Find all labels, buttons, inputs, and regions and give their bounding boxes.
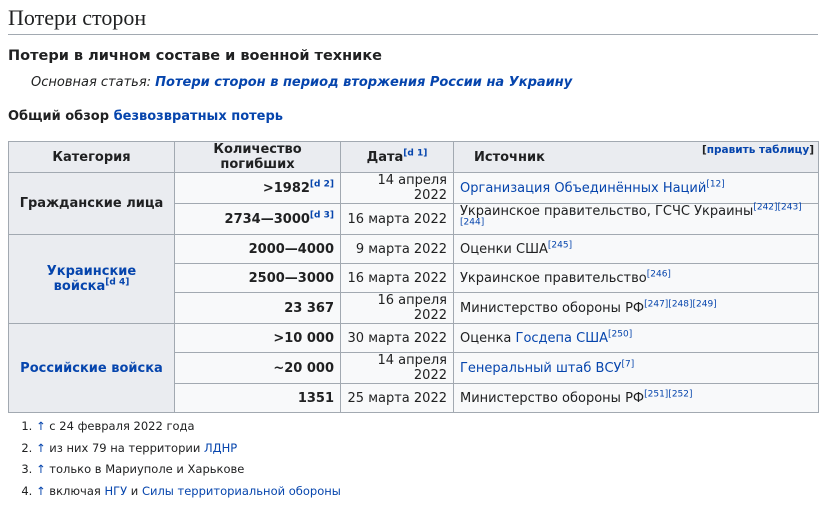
source-cell: Украинское правительство, ГСЧС Украины[2… [453,203,819,235]
edit-table-control: [править таблицу] [701,144,814,156]
source-cell: Оценка Госдепа США[250] [453,323,819,353]
source-text: Украинское правительство [460,270,647,286]
source-link[interactable]: Генеральный штаб ВСУ [460,361,621,376]
hatnote: Основная статья: Потери сторон в период … [31,75,572,90]
source-refs[interactable]: [245] [548,240,572,250]
category-label: Гражданские лица [19,196,164,211]
header-category: Категория [8,141,175,173]
date-cell: 30 марта 2022 [340,323,454,353]
source-text: Министерство обороны РФ [460,390,645,406]
deaths-value: >1982 [262,180,310,196]
backlink-arrow-icon[interactable]: ↑ [36,441,46,455]
date-cell: 16 апреля 2022 [340,292,454,324]
category-cell: Украинские войска[d 4] [8,234,175,324]
deaths-value: ~20 000 [273,360,334,376]
category-label[interactable]: Российские войска [20,361,163,376]
losses-table: Категория Количество погибших Дата[d 1] … [8,141,819,413]
date-cell: 16 марта 2022 [340,263,454,293]
header-date: Дата[d 1] [340,141,454,173]
footnote-link[interactable]: ЛДНР [204,441,237,455]
footnote-text: включая [45,483,105,498]
header-source-label: Источник [474,149,545,165]
source-link[interactable]: Госдепа США [516,331,609,346]
source-text: Оценка [460,330,516,346]
header-source: Источник [править таблицу] [453,141,819,173]
date-cell: 25 марта 2022 [340,383,454,413]
source-cell: Генеральный штаб ВСУ[7] [453,352,819,384]
source-text: Министерство обороны РФ [460,300,645,316]
source-refs[interactable]: [247][248][249] [644,299,717,309]
deaths-cell: 2000—4000 [174,234,341,264]
deaths-value: >10 000 [273,330,334,346]
deaths-cell: 2500—3000 [174,263,341,293]
hatnote-prefix: Основная статья: [31,75,156,90]
deaths-note[interactable]: [d 2] [310,179,334,189]
category-cell: Российские войска [8,323,175,413]
deaths-value: 1351 [297,390,334,406]
source-cell: Украинское правительство[246] [453,263,819,293]
date-cell: 14 апреля 2022 [340,352,454,384]
footnote-text-mid: и [127,483,142,498]
backlink-arrow-icon[interactable]: ↑ [36,484,46,498]
edit-table-link[interactable]: править таблицу [707,144,809,156]
subsection-heading: Потери в личном составе и военной техник… [8,48,382,64]
source-text: Украинское правительство, ГСЧС Украины [460,204,754,219]
date-cell: 16 марта 2022 [340,203,454,235]
deaths-cell: ~20 000 [174,352,341,384]
backlink-arrow-icon[interactable]: ↑ [36,462,46,476]
deaths-value: 2734—3000 [224,211,310,227]
date-cell: 9 марта 2022 [340,234,454,264]
source-cell: Организация Объединённых Наций[12] [453,172,819,204]
deaths-cell: 1351 [174,383,341,413]
source-refs[interactable]: [250] [608,329,632,339]
section-heading: Потери сторон [8,4,818,35]
deaths-cell: >10 000 [174,323,341,353]
source-cell: Министерство обороны РФ[247][248][249] [453,292,819,324]
table-row: Российские войска >10 000 30 марта 2022 Оце… [8,323,819,413]
overview-text: Общий обзор [8,109,114,124]
date-cell: 14 апреля 2022 [340,172,454,204]
deaths-value: 23 367 [284,300,334,316]
backlink-arrow-icon[interactable]: ↑ [36,419,46,433]
footnote-item: ↑ только в Мариуполе и Харькове [36,459,341,481]
header-date-note[interactable]: [d 1] [403,148,427,158]
footnote-item: ↑ из них 79 на территории ЛДНР [36,438,341,460]
category-note[interactable]: [d 4] [105,278,129,288]
header-deaths: Количество погибших [174,141,341,173]
source-cell: Министерство обороны РФ[251][252] [453,383,819,413]
deaths-value: 2500—3000 [248,270,334,286]
deaths-cell: >1982[d 2] [174,172,341,204]
table-row: Украинские войска[d 4] 2000—4000 9 марта 2… [8,234,819,324]
deaths-cell: 23 367 [174,292,341,324]
footnote-text: из них 79 на территории [45,440,204,455]
main-article-link[interactable]: Потери сторон в период вторжения России … [155,75,572,90]
deaths-note[interactable]: [d 3] [310,210,334,220]
source-cell: Оценки США[245] [453,234,819,264]
source-text: Оценки США [460,241,548,257]
footnote-item: ↑ с 24 февраля 2022 года [36,416,341,438]
footnote-link[interactable]: НГУ [104,484,127,498]
source-refs[interactable]: [7] [621,359,634,369]
category-cell: Гражданские лица [8,172,175,235]
source-refs[interactable]: [246] [647,269,671,279]
source-refs[interactable]: [251][252] [644,389,692,399]
table-header-row: Категория Количество погибших Дата[d 1] … [8,141,819,173]
overview-line: Общий обзор безвозвратных потерь [8,109,283,124]
footnote-text: с 24 февраля 2022 года [45,419,195,433]
header-date-label: Дата [366,149,404,165]
footnote-item: ↑ включая НГУ и Силы территориальной обо… [36,481,341,503]
deaths-value: 2000—4000 [248,241,334,257]
footnote-text: только в Мариуполе и Харькове [45,462,245,476]
source-refs[interactable]: [12] [706,179,724,189]
source-link[interactable]: Организация Объединённых Наций [460,181,706,196]
footnotes-list: ↑ с 24 февраля 2022 года↑ из них 79 на т… [10,416,341,502]
footnote-link-2[interactable]: Силы территориальной обороны [142,484,341,498]
table-row: Гражданские лица >1982[d 2] 14 апреля 2022… [8,172,819,235]
irrecoverable-losses-link[interactable]: безвозвратных потерь [114,109,283,124]
deaths-cell: 2734—3000[d 3] [174,203,341,235]
